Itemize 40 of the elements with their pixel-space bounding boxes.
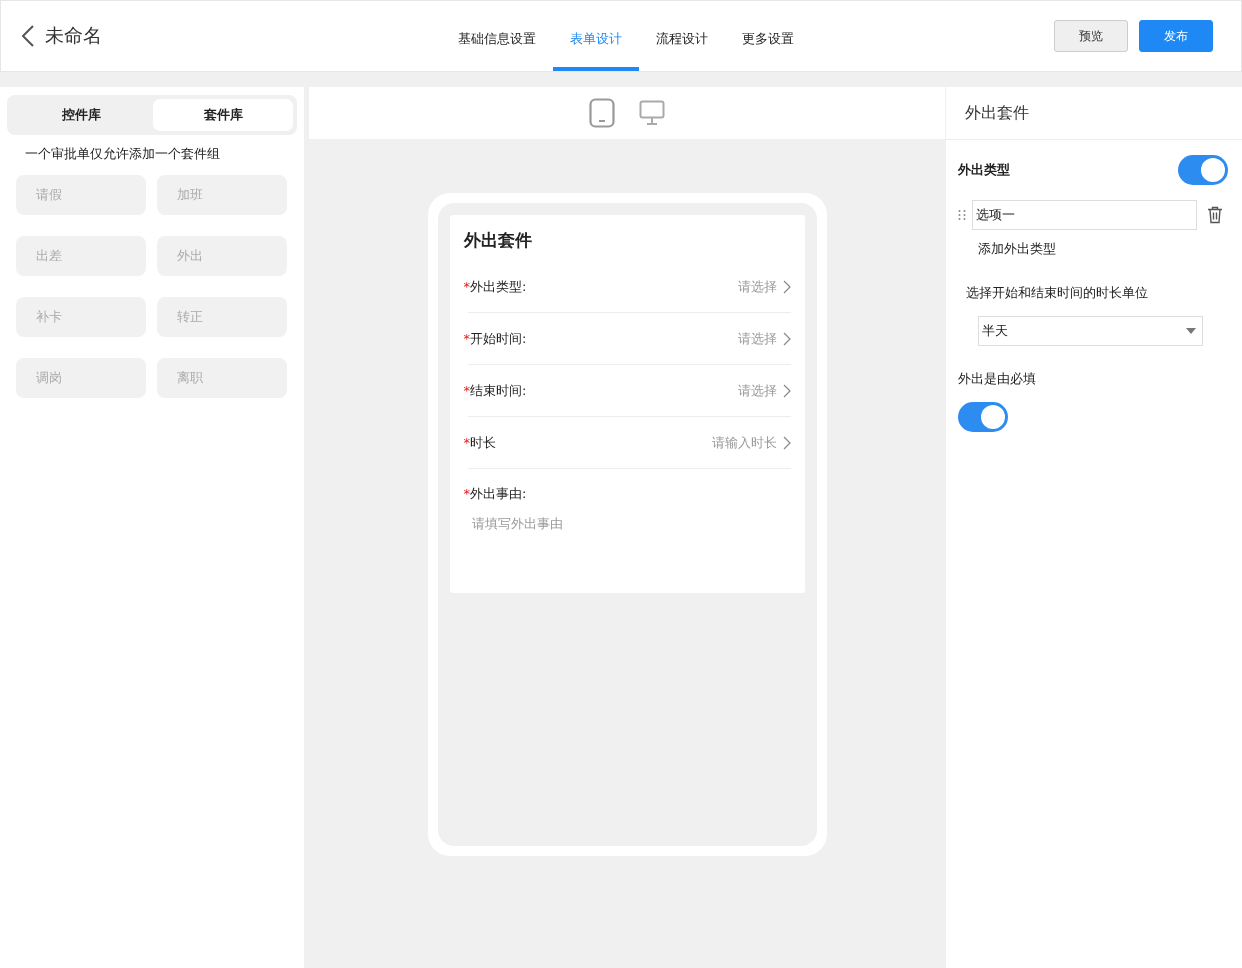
publish-button[interactable]: 发布: [1139, 20, 1213, 52]
nav-tab[interactable]: 更多设置: [725, 1, 811, 71]
unit-dropdown[interactable]: 半天: [978, 316, 1203, 346]
field-placeholder[interactable]: 请输入时长: [711, 433, 791, 452]
library-tab[interactable]: 套件库: [153, 99, 293, 131]
nav-tab[interactable]: 表单设计: [553, 1, 639, 71]
field-placeholder[interactable]: 请选择: [737, 277, 791, 296]
dropdown-caret-icon: [1186, 328, 1196, 334]
panel-title: 外出套件: [946, 87, 1242, 140]
textarea-placeholder[interactable]: 请填写外出事由: [471, 515, 791, 533]
chevron-right-icon: [782, 383, 791, 398]
preview-button[interactable]: 预览: [1054, 20, 1128, 52]
chevron-right-icon: [782, 331, 791, 346]
nav-tab[interactable]: 基础信息设置: [441, 1, 553, 71]
setting-label: 选择开始和结束时间的时长单位: [966, 284, 1149, 302]
field-label: *外出事由:: [463, 485, 528, 503]
nav-tab[interactable]: 流程设计: [639, 1, 725, 71]
page-title: 未命名: [45, 23, 102, 48]
chevron-right-icon: [782, 279, 791, 294]
field-placeholder[interactable]: 请选择: [737, 329, 791, 348]
toggle-switch[interactable]: [1178, 155, 1228, 185]
option-input[interactable]: 选项一: [972, 200, 1197, 230]
setting-label: 外出是由必填: [958, 370, 1037, 388]
library-tab[interactable]: 控件库: [11, 99, 151, 131]
mobile-icon[interactable]: [589, 98, 615, 128]
drag-handle-icon[interactable]: [958, 209, 966, 221]
form-title: 外出套件: [463, 229, 533, 252]
field-label: *时长: [463, 433, 496, 452]
field-label: *外出类型:: [463, 277, 527, 296]
field-label: *开始时间:: [463, 329, 527, 348]
back-icon[interactable]: [21, 24, 35, 48]
field-placeholder[interactable]: 请选择: [737, 381, 791, 400]
field-label: *结束时间:: [463, 381, 527, 400]
monitor-icon[interactable]: [639, 100, 665, 126]
library-note: 一个审批单仅允许添加一个套件组: [25, 145, 221, 163]
setting-label: 外出类型: [958, 161, 1010, 179]
chevron-right-icon: [782, 435, 791, 450]
add-option-link[interactable]: 添加外出类型: [978, 240, 1228, 258]
trash-icon[interactable]: [1207, 206, 1223, 224]
toggle-switch[interactable]: [958, 402, 1008, 432]
